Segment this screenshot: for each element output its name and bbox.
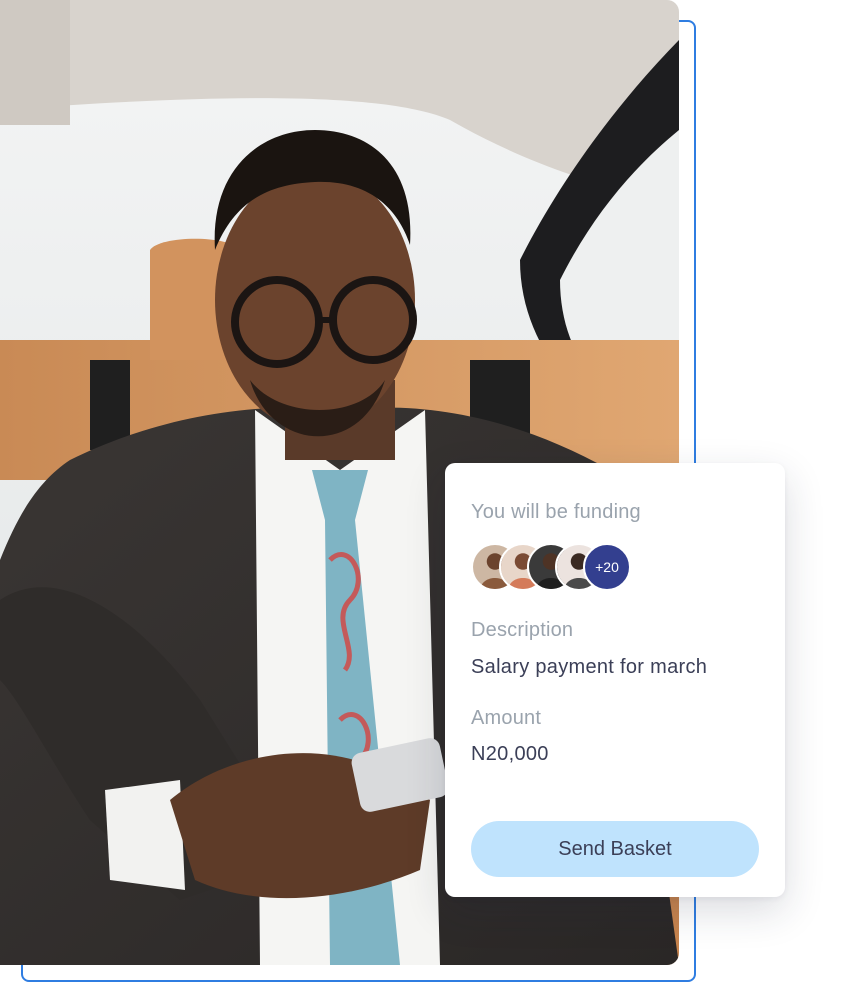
funding-label: You will be funding [471,501,641,523]
recipient-avatars[interactable]: +20 [471,543,671,593]
amount-value: N20,000 [471,743,549,765]
description-label: Description [471,619,574,641]
more-recipients-badge[interactable]: +20 [583,543,631,591]
amount-label: Amount [471,707,542,729]
description-value: Salary payment for march [471,656,708,678]
funding-card: You will be funding +20 Description Sala… [445,463,785,897]
send-basket-button[interactable]: Send Basket [471,821,759,877]
